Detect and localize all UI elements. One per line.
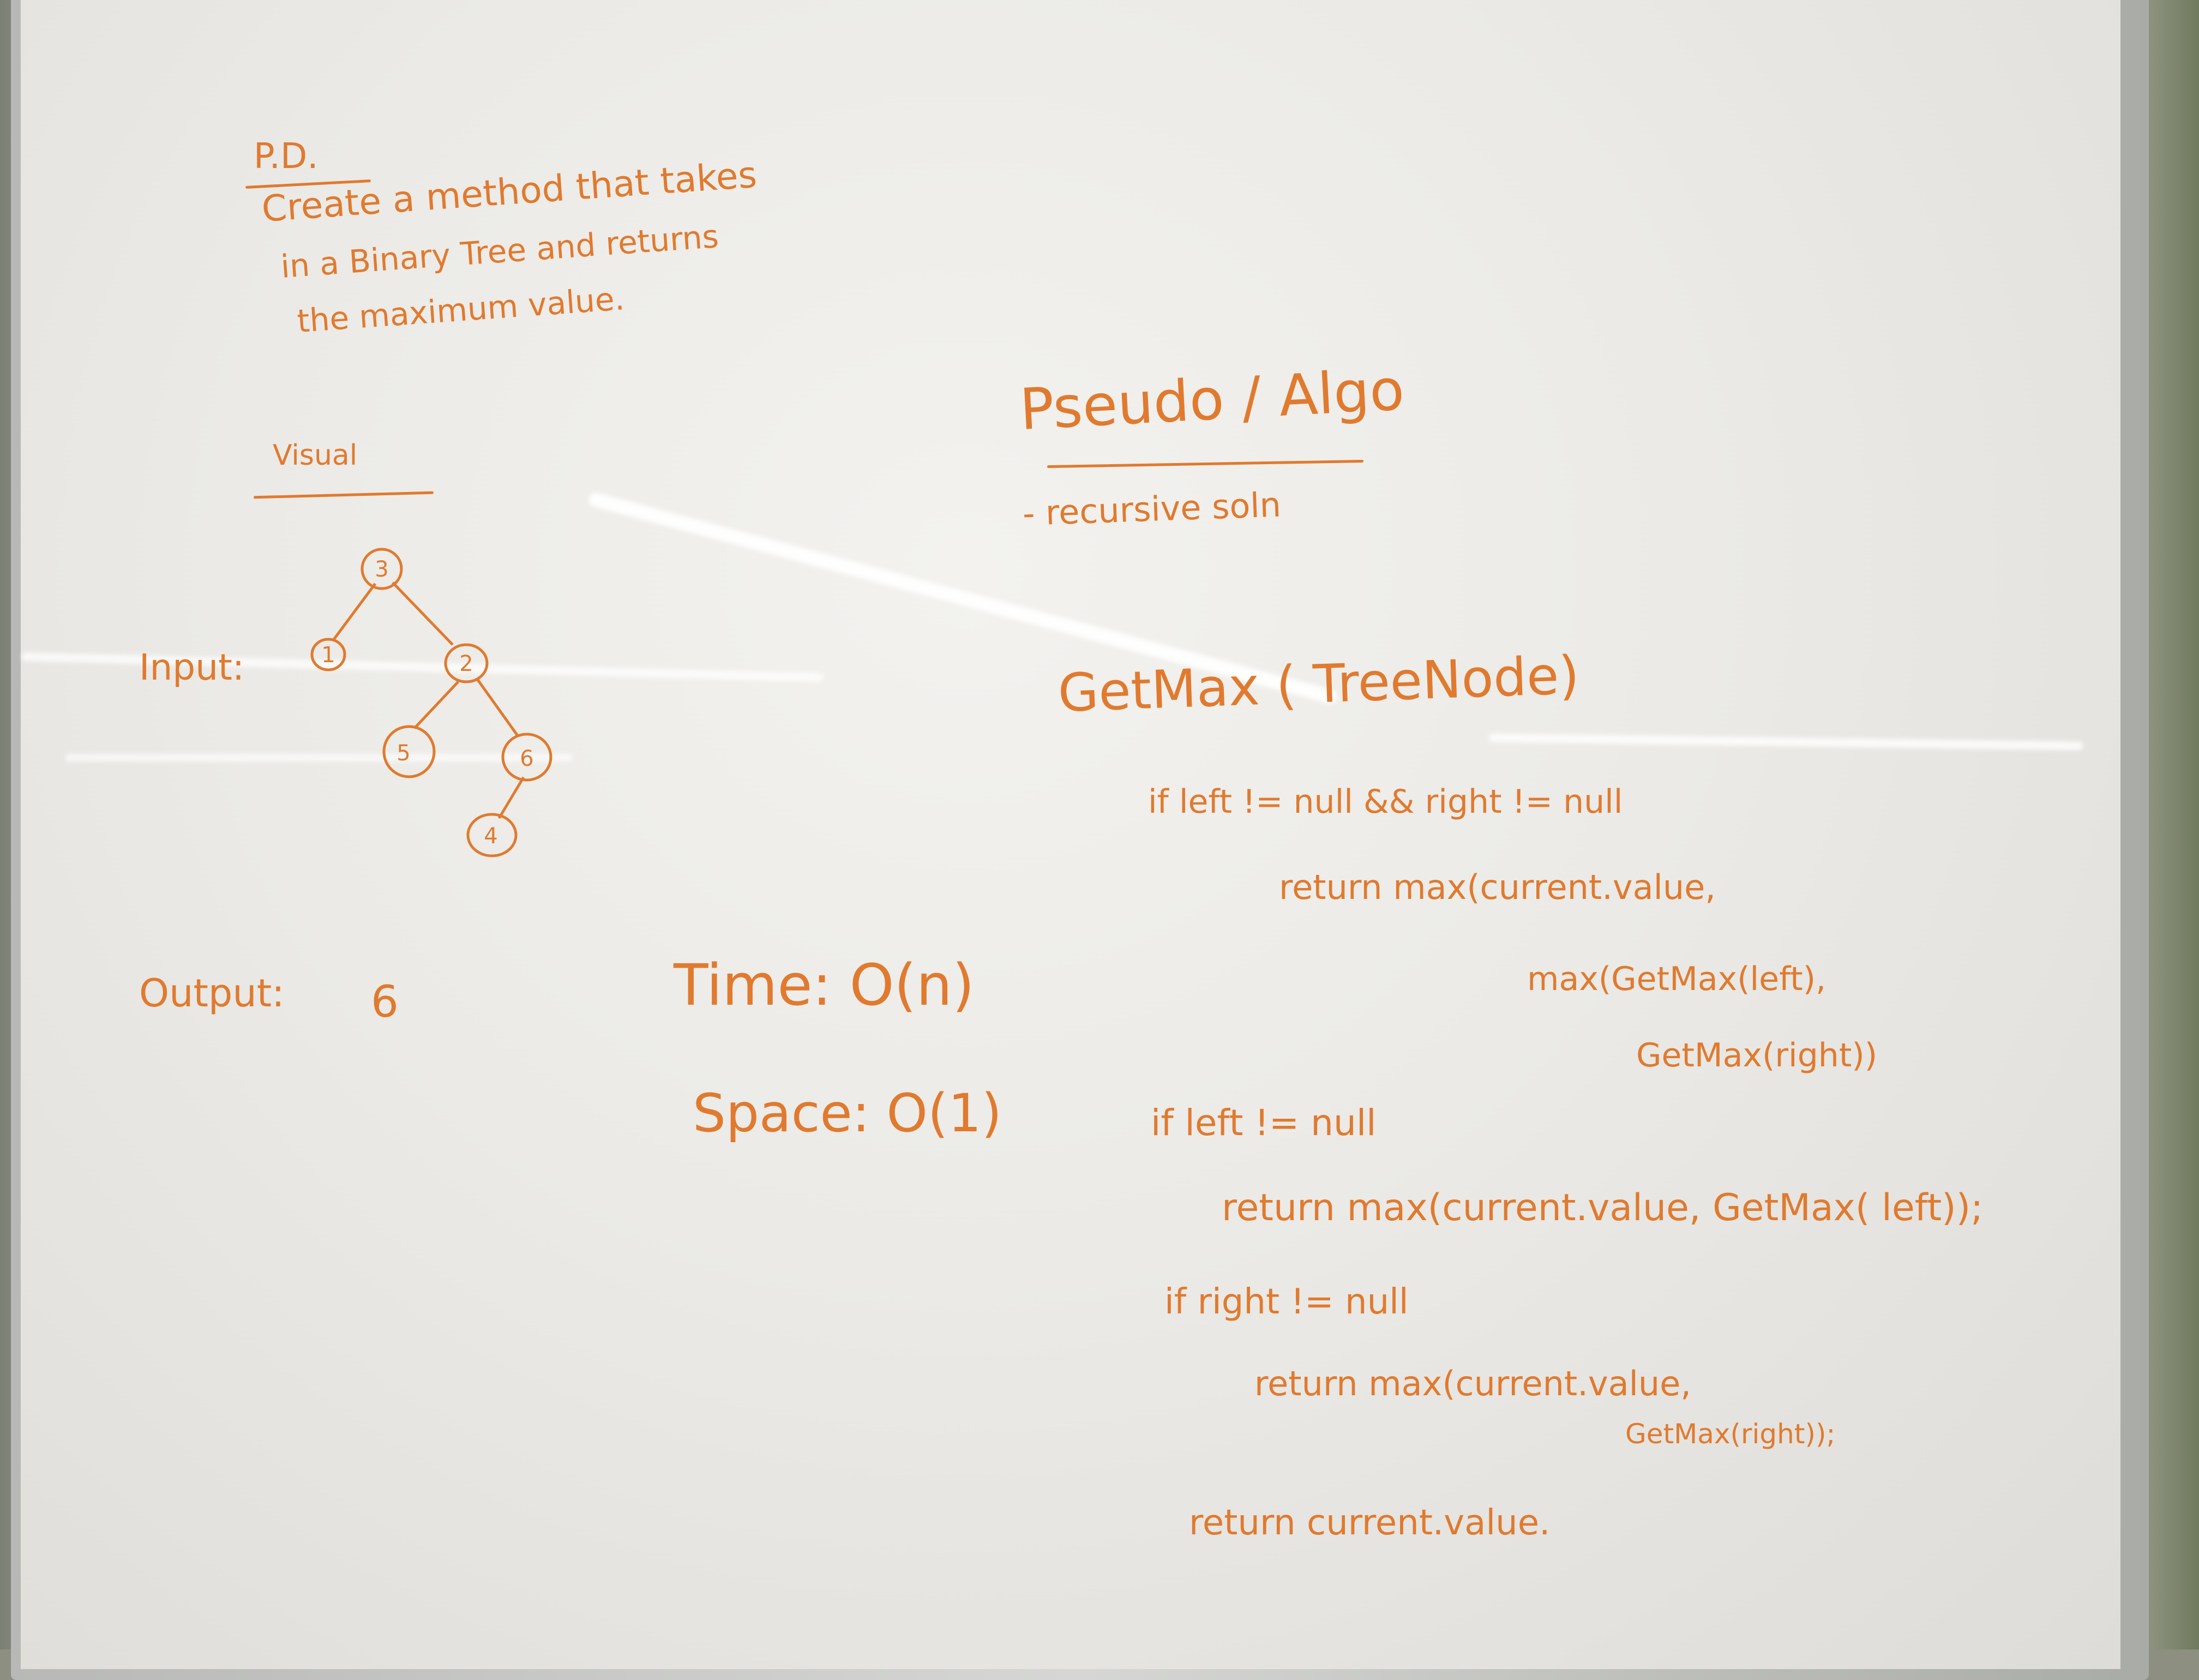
time-complexity: Time: O(n) [674,952,975,1018]
code-line-8: return max(current.value, [1254,1364,1691,1403]
visual-heading: Visual [273,439,358,472]
input-label: Input: [139,646,245,688]
code-line-2: return max(current.value, [1279,867,1716,907]
code-line-1: if left != null && right != null [1148,783,1623,821]
code-line-5: if left != null [1151,1102,1377,1144]
output-label: Output: [139,971,285,1016]
code-line-3: max(GetMax(left), [1527,960,1827,998]
code-line-7: if right != null [1164,1282,1409,1322]
code-line-6: return max(current.value, GetMax( left))… [1222,1186,1984,1229]
code-line-4: GetMax(right)) [1636,1036,1878,1075]
glare-left-lower [65,754,573,761]
pd-heading: P.D. [254,136,319,177]
code-line-9: GetMax(right)); [1625,1418,1836,1450]
output-value: 6 [371,976,399,1027]
code-line-10: return current.value. [1189,1503,1551,1543]
space-complexity: Space: O(1) [693,1083,1002,1144]
